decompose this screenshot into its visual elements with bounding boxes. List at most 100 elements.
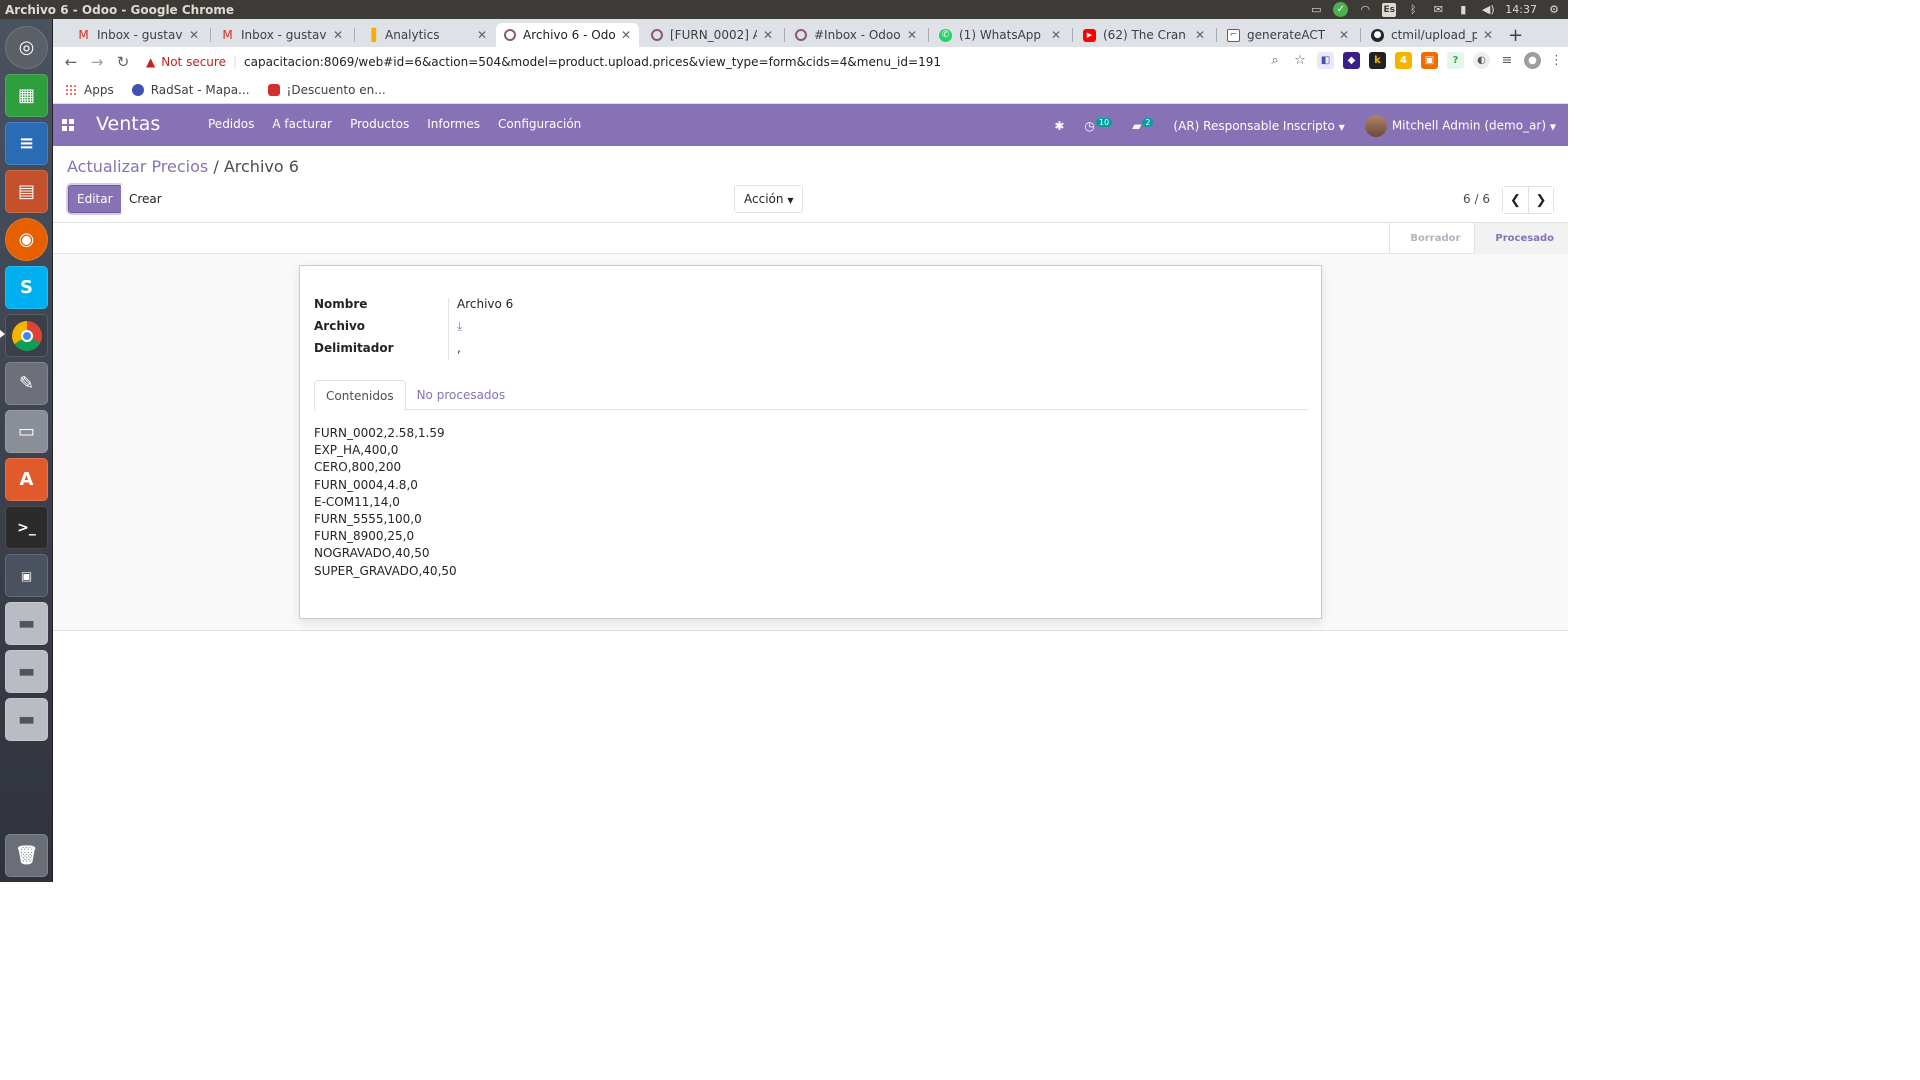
stage-borrador[interactable]: Borrador bbox=[1389, 223, 1474, 254]
zoom-icon[interactable]: ⌕ bbox=[1267, 53, 1283, 68]
apps-menu-icon[interactable] bbox=[62, 119, 74, 131]
mail-icon[interactable]: ✉ bbox=[1430, 3, 1446, 16]
trash-icon[interactable]: 🗑 bbox=[5, 834, 48, 877]
browser-tab[interactable]: #Inbox - Odoo ✕ bbox=[787, 23, 925, 47]
impress-icon[interactable]: ▤ bbox=[5, 170, 48, 213]
keyboard-layout-indicator[interactable]: Es bbox=[1382, 2, 1397, 17]
reload-icon[interactable]: ↻ bbox=[110, 53, 136, 71]
user-menu[interactable]: Mitchell Admin (demo_ar) ▼ bbox=[1364, 115, 1556, 137]
new-tab-button[interactable]: + bbox=[1508, 25, 1523, 46]
gear-icon[interactable]: ⚙ bbox=[1546, 3, 1562, 16]
display-icon[interactable]: ▭ bbox=[1308, 3, 1324, 16]
spreadsheet-icon[interactable]: ▦ bbox=[5, 74, 48, 117]
extension-icon[interactable]: ◧ bbox=[1317, 52, 1334, 69]
extension-icon[interactable]: ◆ bbox=[1343, 52, 1360, 69]
settings-icon[interactable]: ◎ bbox=[5, 26, 48, 69]
activity-menu[interactable]: ◷ 10 bbox=[1084, 118, 1113, 133]
bookmark-apps[interactable]: Apps bbox=[65, 83, 114, 97]
browser-tab-active[interactable]: Archivo 6 - Odoo ✕ bbox=[496, 23, 639, 47]
content-line: CERO,800,200 bbox=[314, 460, 402, 475]
wifi-icon[interactable]: ◠ bbox=[1357, 3, 1373, 16]
media-icon[interactable]: ≡ bbox=[1499, 53, 1515, 68]
browser-tab[interactable]: ▶ (62) The Cran ✕ bbox=[1075, 23, 1213, 47]
clock[interactable]: 14:37 bbox=[1505, 3, 1537, 16]
close-icon[interactable]: ✕ bbox=[761, 28, 775, 42]
download-icon[interactable]: ⤓ bbox=[451, 319, 462, 334]
system-settings-icon[interactable]: ✎ bbox=[5, 362, 48, 405]
menu-item-productos[interactable]: Productos bbox=[350, 117, 409, 131]
pager-previous-icon[interactable]: ❮ bbox=[1503, 187, 1528, 213]
delimitador-label: Delimitador bbox=[314, 341, 394, 355]
browser-tab[interactable]: M Inbox - gustavo.c ✕ bbox=[213, 23, 351, 47]
writer-icon[interactable]: ≡ bbox=[5, 122, 48, 165]
profile-avatar-icon[interactable]: ● bbox=[1524, 52, 1541, 69]
firefox-icon[interactable]: ◉ bbox=[5, 218, 48, 261]
volume-icon[interactable]: ◀) bbox=[1480, 3, 1496, 16]
youtube-icon: ▶ bbox=[1083, 28, 1096, 42]
drive-icon[interactable]: ▬ bbox=[5, 698, 48, 741]
bookmark-radsat[interactable]: RadSat - Mapa... bbox=[131, 83, 250, 97]
menu-item-a-facturar[interactable]: A facturar bbox=[272, 117, 332, 131]
browser-tab[interactable]: [FURN_0002] All ✕ bbox=[643, 23, 781, 47]
menu-item-configuracion[interactable]: Configuración bbox=[498, 117, 581, 131]
menu-item-pedidos[interactable]: Pedidos bbox=[208, 117, 254, 131]
extension-icon[interactable]: ? bbox=[1447, 52, 1464, 69]
forward-icon[interactable]: → bbox=[84, 53, 110, 71]
browser-tab[interactable]: ✆ (1) WhatsApp ✕ bbox=[931, 23, 1069, 47]
chrome-icon[interactable] bbox=[5, 314, 48, 357]
browser-tab[interactable]: M Inbox - gustavo. ✕ bbox=[69, 23, 207, 47]
app-name[interactable]: Ventas bbox=[96, 113, 160, 135]
tab-separator bbox=[1360, 28, 1361, 42]
edit-button[interactable]: Editar bbox=[68, 185, 122, 213]
pager-value[interactable]: 6 / 6 bbox=[1463, 192, 1490, 206]
action-dropdown[interactable]: Acción ▼ bbox=[734, 185, 804, 213]
extension-icon[interactable]: ◐ bbox=[1473, 52, 1490, 69]
company-switcher[interactable]: (AR) Responsable Inscripto ▼ bbox=[1173, 119, 1344, 133]
drive-icon[interactable]: ▬ bbox=[5, 602, 48, 645]
github-icon: ● bbox=[1371, 28, 1384, 42]
browser-tab[interactable]: ▐ Analytics ✕ bbox=[357, 23, 495, 47]
bluetooth-icon[interactable]: ᛒ bbox=[1405, 3, 1421, 16]
close-icon[interactable]: ✕ bbox=[1049, 28, 1063, 42]
software-center-icon[interactable]: A bbox=[5, 458, 48, 501]
stage-procesado[interactable]: Procesado bbox=[1474, 223, 1568, 254]
battery-icon[interactable]: ▮ bbox=[1455, 3, 1471, 16]
close-icon[interactable]: ✕ bbox=[1193, 28, 1207, 42]
workspaces-icon[interactable]: ▣ bbox=[5, 554, 48, 597]
bookmark-descuento[interactable]: ¡Descuento en... bbox=[267, 83, 386, 97]
browser-tab[interactable]: ⌐ generateACT ✕ bbox=[1219, 23, 1357, 47]
close-icon[interactable]: ✕ bbox=[187, 28, 201, 42]
tab-contenidos[interactable]: Contenidos bbox=[314, 380, 406, 411]
drive-icon[interactable]: ▬ bbox=[5, 650, 48, 693]
bookmark-star-icon[interactable]: ☆ bbox=[1292, 53, 1308, 68]
close-icon[interactable]: ✕ bbox=[331, 28, 345, 42]
tab-no-procesados[interactable]: No procesados bbox=[406, 380, 517, 410]
back-icon[interactable]: ← bbox=[58, 53, 84, 71]
url-text[interactable]: capacitacion:8069/web#id=6&action=504&mo… bbox=[244, 55, 941, 69]
pager-next-icon[interactable]: ❯ bbox=[1528, 187, 1553, 213]
close-icon[interactable]: ✕ bbox=[475, 28, 489, 42]
close-icon[interactable]: ✕ bbox=[905, 28, 919, 42]
action-label: Acción bbox=[744, 192, 784, 206]
messaging-menu[interactable]: ▰ 2 bbox=[1132, 118, 1154, 133]
terminal-icon[interactable]: >_ bbox=[5, 506, 48, 549]
close-icon[interactable]: ✕ bbox=[619, 28, 633, 42]
skype-icon[interactable]: S bbox=[5, 266, 48, 309]
create-button[interactable]: Crear bbox=[121, 185, 170, 213]
close-icon[interactable]: ✕ bbox=[1337, 28, 1351, 42]
extension-icon[interactable]: ▣ bbox=[1421, 52, 1438, 69]
file-manager-icon[interactable]: ▭ bbox=[5, 410, 48, 453]
sync-ok-icon[interactable]: ✓ bbox=[1333, 2, 1349, 17]
extension-icon[interactable]: k bbox=[1369, 52, 1386, 69]
content-line: FURN_8900,25,0 bbox=[314, 529, 415, 544]
menu-icon[interactable]: ⋮ bbox=[1550, 53, 1563, 68]
content-line: E-COM11,14,0 bbox=[314, 494, 400, 509]
extension-icon[interactable]: 4 bbox=[1395, 52, 1412, 69]
address-bar[interactable]: ▲ Not secure | capacitacion:8069/web#id=… bbox=[146, 50, 1286, 74]
close-icon[interactable]: ✕ bbox=[1481, 28, 1495, 42]
breadcrumb-parent[interactable]: Actualizar Precios bbox=[67, 157, 208, 176]
browser-tab[interactable]: ● ctmil/upload_p ✕ bbox=[1363, 23, 1501, 47]
debug-bug-icon[interactable]: ✱ bbox=[1054, 119, 1064, 133]
security-status[interactable]: Not secure bbox=[161, 55, 226, 69]
menu-item-informes[interactable]: Informes bbox=[427, 117, 480, 131]
